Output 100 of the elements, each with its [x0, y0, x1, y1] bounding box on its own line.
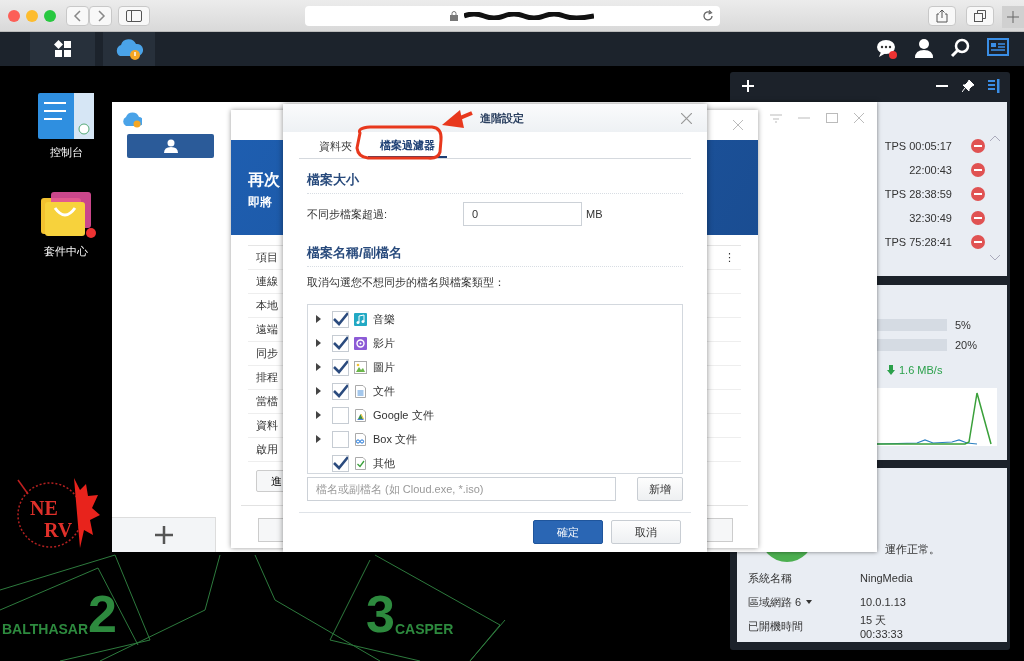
table-cell: 連線 — [256, 274, 278, 289]
document-icon — [354, 408, 367, 422]
connection-time: 32:30:49 — [909, 212, 952, 224]
tabs-button[interactable] — [966, 6, 994, 26]
chat-icon[interactable] — [876, 38, 898, 60]
disconnect-icon[interactable] — [971, 139, 985, 153]
reload-icon[interactable] — [702, 10, 714, 22]
field-label: 不同步檔案超過: — [307, 206, 389, 222]
expand-arrow-icon[interactable] — [315, 363, 321, 371]
close-icon[interactable] — [681, 113, 692, 124]
checkbox[interactable] — [332, 358, 349, 376]
file-type-label: 其他 — [373, 455, 395, 471]
lock-icon — [450, 11, 458, 21]
desktop-icon-label[interactable]: 套件中心 — [44, 244, 88, 259]
main-menu-button[interactable] — [30, 32, 95, 66]
unit-number: 3 — [366, 592, 395, 637]
connection-time: 22:00:43 — [909, 164, 952, 176]
cancel-button[interactable]: 取消 — [611, 520, 681, 544]
expand-arrow-icon[interactable] — [315, 435, 321, 443]
wizard-subheading: 即將 — [248, 194, 272, 211]
connection-time: TPS 75:28:41 — [884, 236, 952, 248]
confirm-button[interactable]: 確定 — [533, 520, 603, 544]
disconnect-icon[interactable] — [971, 163, 985, 177]
document-icon — [354, 432, 367, 446]
pattern-input-field[interactable]: 檔名或副檔名 (如 Cloud.exe, *.iso) — [307, 477, 616, 501]
document-icon — [354, 384, 367, 398]
user-button[interactable] — [127, 134, 214, 158]
share-icon — [936, 9, 948, 23]
file-type-label: 音樂 — [373, 311, 395, 327]
size-input-field[interactable]: 0 — [463, 202, 582, 226]
file-type-label: 文件 — [373, 383, 395, 399]
checkbox[interactable] — [332, 454, 349, 472]
disconnect-icon[interactable] — [971, 187, 985, 201]
info-label[interactable]: 區域網路 6 — [748, 594, 802, 610]
file-type-label: Google 文件 — [373, 407, 434, 423]
add-icon[interactable] — [742, 80, 754, 92]
more-options-icon[interactable]: ⋮ — [724, 251, 735, 264]
music-note-icon — [354, 312, 367, 326]
control-panel-icon[interactable] — [38, 93, 94, 139]
connection-time: TPS 00:05:17 — [884, 140, 952, 152]
annotation-arrow — [442, 110, 473, 128]
expand-arrow-icon[interactable] — [315, 411, 321, 419]
expand-arrow-icon[interactable] — [315, 339, 321, 347]
expand-arrow-icon[interactable] — [315, 315, 321, 323]
add-button[interactable]: 新增 — [637, 477, 683, 501]
checkbox[interactable] — [332, 382, 349, 400]
checkbox[interactable] — [332, 430, 349, 448]
file-type-label: 影片 — [373, 335, 395, 351]
user-icon[interactable] — [914, 38, 934, 58]
info-value: NingMedia — [860, 572, 913, 584]
checkbox[interactable] — [332, 406, 349, 424]
dialog-title: 進階設定 — [480, 110, 524, 126]
table-cell: 啟用 — [256, 442, 278, 457]
grid-icon — [53, 40, 72, 58]
table-cell: 資料 — [256, 418, 278, 433]
checkbox[interactable] — [332, 310, 349, 328]
sidebar-icon — [126, 10, 142, 22]
notification-badge — [86, 228, 96, 238]
pin-icon[interactable] — [962, 80, 974, 92]
cloud-sync-taskbar-button[interactable] — [103, 32, 155, 66]
plus-icon — [1007, 11, 1019, 23]
search-icon[interactable] — [950, 38, 970, 58]
info-label: 已開機時間 — [748, 618, 803, 634]
section-heading: 檔案大小 — [307, 171, 683, 194]
info-value: 15 天 00:33:33 — [860, 612, 903, 640]
disconnect-icon[interactable] — [971, 211, 985, 225]
file-type-label: Box 文件 — [373, 431, 417, 447]
panel-icon[interactable] — [988, 79, 1000, 93]
unit-number: 2 — [88, 592, 117, 637]
tabs-icon — [974, 10, 986, 22]
column-header: 項目 — [256, 250, 278, 265]
tab[interactable]: 檔案過濾器 — [368, 134, 447, 158]
info-label: 系統名稱 — [748, 570, 792, 586]
tab[interactable]: 資料夾 — [307, 134, 364, 158]
table-cell: 本地 — [256, 298, 278, 313]
unit-label: MB — [586, 208, 603, 220]
usage-reading: 20% — [955, 339, 978, 351]
checkbox[interactable] — [332, 334, 349, 352]
expand-arrow-icon[interactable] — [315, 387, 321, 395]
video-icon — [354, 336, 367, 350]
disconnect-icon[interactable] — [971, 235, 985, 249]
table-cell: 排程 — [256, 370, 278, 385]
address-bar[interactable] — [305, 6, 720, 26]
desktop-icon-label[interactable]: 控制台 — [49, 145, 83, 160]
unit-name: BALTHASAR — [2, 622, 89, 637]
instruction-text: 取消勾選您不想同步的檔名與檔案類型： — [307, 275, 506, 290]
forward-button[interactable] — [89, 6, 112, 26]
user-icon — [163, 139, 178, 153]
plus-icon — [154, 526, 173, 544]
widgets-icon[interactable] — [987, 38, 1009, 56]
back-button[interactable] — [66, 6, 89, 26]
table-cell: 遠端 — [256, 322, 278, 337]
redaction-scribble-icon — [464, 12, 594, 20]
section-heading: 檔案名稱/副檔名 — [307, 244, 683, 267]
table-cell: 當檔 — [256, 394, 278, 409]
cloud-icon — [115, 36, 143, 62]
sidebar-toggle-button[interactable] — [118, 6, 150, 26]
usage-reading: 5% — [955, 319, 971, 331]
chevron-left-icon — [72, 10, 83, 22]
caret-icon[interactable] — [806, 600, 813, 604]
